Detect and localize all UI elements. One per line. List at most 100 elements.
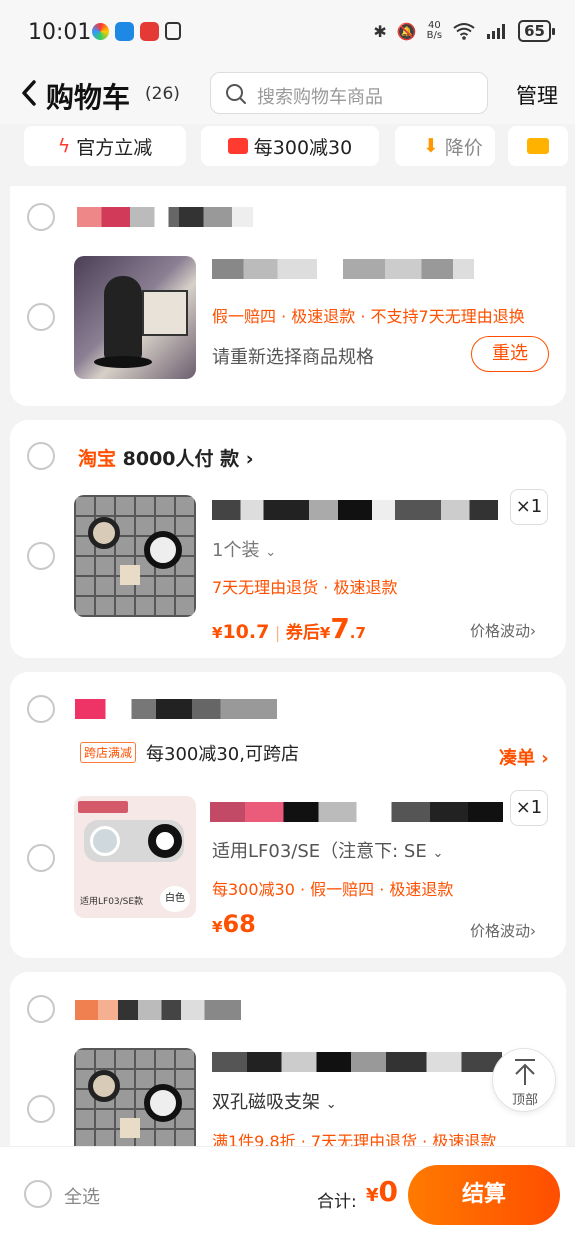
price-trend-link[interactable]: 价格波动› [470,620,536,641]
after-price-symbol: ¥ [319,624,331,642]
signal-icon [487,24,506,39]
shop-select-checkbox[interactable] [27,203,55,231]
chevron-down-icon: ⌄ [325,1097,337,1112]
back-to-top-label: 顶部 [511,1093,538,1108]
price-divider: | [274,623,281,642]
service-tags: 每300减30 · 假一赔四 · 极速退款 [212,880,454,899]
shop-select-checkbox[interactable] [27,695,55,723]
price-trend-label: 价格波动 [470,622,531,640]
total-value: 0 [378,1175,399,1208]
shop-card-3: 跨店满减 每300减30,可跨店 凑单 › 适用LF03/SE款 白色 ×1 适… [10,672,566,958]
ring-shape [144,531,182,569]
filter-more[interactable] [508,126,568,166]
product-title-redacted [212,500,498,520]
chevron-right-icon: › [245,448,254,470]
reselect-note: 请重新选择商品规格 [212,347,374,368]
chevron-right-icon: › [530,622,537,640]
price-trend-label: 价格波动 [470,922,531,940]
item-select-checkbox[interactable] [27,1095,55,1123]
page-title: 购物车 [46,81,131,114]
reselect-button[interactable]: 重选 [471,336,549,372]
shop-card-4: 双孔磁吸支架 ⌄ 满1件9.8折 · 7天无理由退货 · 极速退款 [10,972,566,1172]
cube-shape [120,1118,140,1138]
chevron-down-icon: ⌄ [265,545,277,560]
chevron-down-icon: ⌄ [432,846,444,861]
spec-selector[interactable]: 适用LF03/SE（注意下: SE ⌄ [212,837,443,863]
back-to-top-button[interactable]: 顶部 [492,1048,556,1112]
back-arrow-icon[interactable] [20,78,40,108]
after-price-dec: .7 [349,624,366,642]
device-lens-left [90,826,120,856]
product-title-redacted [210,802,503,822]
arrow-down-icon: ⬇ [423,135,439,157]
image-color-tag: 白色 [160,886,190,912]
filter-300-minus-30[interactable]: 每300减30 [201,126,379,166]
folder-icon [527,138,549,154]
spec-label: 1个装 [212,540,260,561]
app-icon-blue [115,22,134,41]
chevron-right-icon: › [541,748,549,769]
chevron-right-icon: › [530,922,537,940]
spec-label: 双孔磁吸支架 [212,1092,320,1113]
search-icon [226,84,246,104]
checkout-button[interactable]: 结算 [408,1165,560,1225]
status-bar: 10:01 ✱ 🔕 40 B/s 65 [0,0,575,64]
app-icon-colorful [92,23,109,40]
wifi-icon [453,23,475,40]
ring-shape [144,1084,182,1122]
price-symbol: ¥ [212,624,223,642]
shop-header[interactable]: 淘宝 8000人付 款 › [78,444,254,471]
add-on-link[interactable]: 凑单 › [499,744,549,770]
shop-name-redacted [75,699,277,719]
price-row: ¥10.7 | 券后¥7.7 [212,612,366,645]
total-amount: ¥0 [366,1175,398,1208]
net-speed-unit: B/s [426,30,443,41]
select-all-checkbox[interactable] [24,1180,52,1208]
quantity-box[interactable]: ×1 [510,790,548,826]
price-row: ¥68 [212,910,256,938]
net-speed: 40 B/s [427,21,442,41]
manage-button[interactable]: 管理 [516,80,558,110]
item-select-checkbox[interactable] [27,542,55,570]
spec-label: 适用LF03/SE（注意下: SE [212,841,427,862]
add-on-label: 凑单 [499,748,535,769]
quantity-box[interactable]: ×1 [510,489,548,525]
shop-card-2: 淘宝 8000人付 款 › ×1 1个装 ⌄ 7天无理由退货 · 极速退款 ¥1… [10,420,566,658]
select-all-label[interactable]: 全选 [64,1183,100,1209]
total-label: 合计: [317,1192,357,1212]
notification-icons [92,22,181,41]
spec-selector[interactable]: 双孔磁吸支架 ⌄ [212,1088,337,1114]
filter-official-discount[interactable]: ϟ 官方立减 [24,126,186,166]
price-symbol: ¥ [212,918,223,936]
taobao-logo: 淘宝 [78,448,117,470]
product-title-redacted [212,259,474,279]
coupon-icon [227,138,248,154]
product-image[interactable] [74,256,196,379]
item-select-checkbox[interactable] [27,303,55,331]
shop-name: 8000人付 款 [122,448,240,470]
status-right: ✱ 🔕 40 B/s 65 [373,20,555,42]
shop-select-checkbox[interactable] [27,442,55,470]
search-input[interactable]: 搜索购物车商品 [210,72,488,114]
filter-price-drop[interactable]: ⬇ 降价 [395,126,495,166]
arrow-up-icon [515,1059,535,1085]
shop-select-checkbox[interactable] [27,995,55,1023]
knob-shape [88,517,120,549]
price-value: 68 [222,910,256,938]
bottom-bar: 全选 合计: ¥0 结算 [0,1146,575,1243]
filter-label: 降价 [444,136,483,159]
cart-count: (26) [145,84,180,104]
service-tags: 7天无理由退货 · 极速退款 [212,578,398,597]
spec-selector[interactable]: 1个装 ⌄ [212,536,276,562]
filter-label: 每300减30 [253,136,353,159]
product-image[interactable] [74,495,196,617]
clock: 10:01 [28,20,92,45]
item-select-checkbox[interactable] [27,844,55,872]
filter-label: 官方立减 [76,136,153,159]
knob-shape [88,1070,120,1102]
header: 购物车 (26) 搜索购物车商品 管理 [0,64,575,124]
bluetooth-icon: ✱ [373,21,387,41]
total-symbol: ¥ [366,1185,379,1206]
price-trend-link[interactable]: 价格波动› [470,920,536,941]
product-image[interactable]: 适用LF03/SE款 白色 [74,796,196,918]
